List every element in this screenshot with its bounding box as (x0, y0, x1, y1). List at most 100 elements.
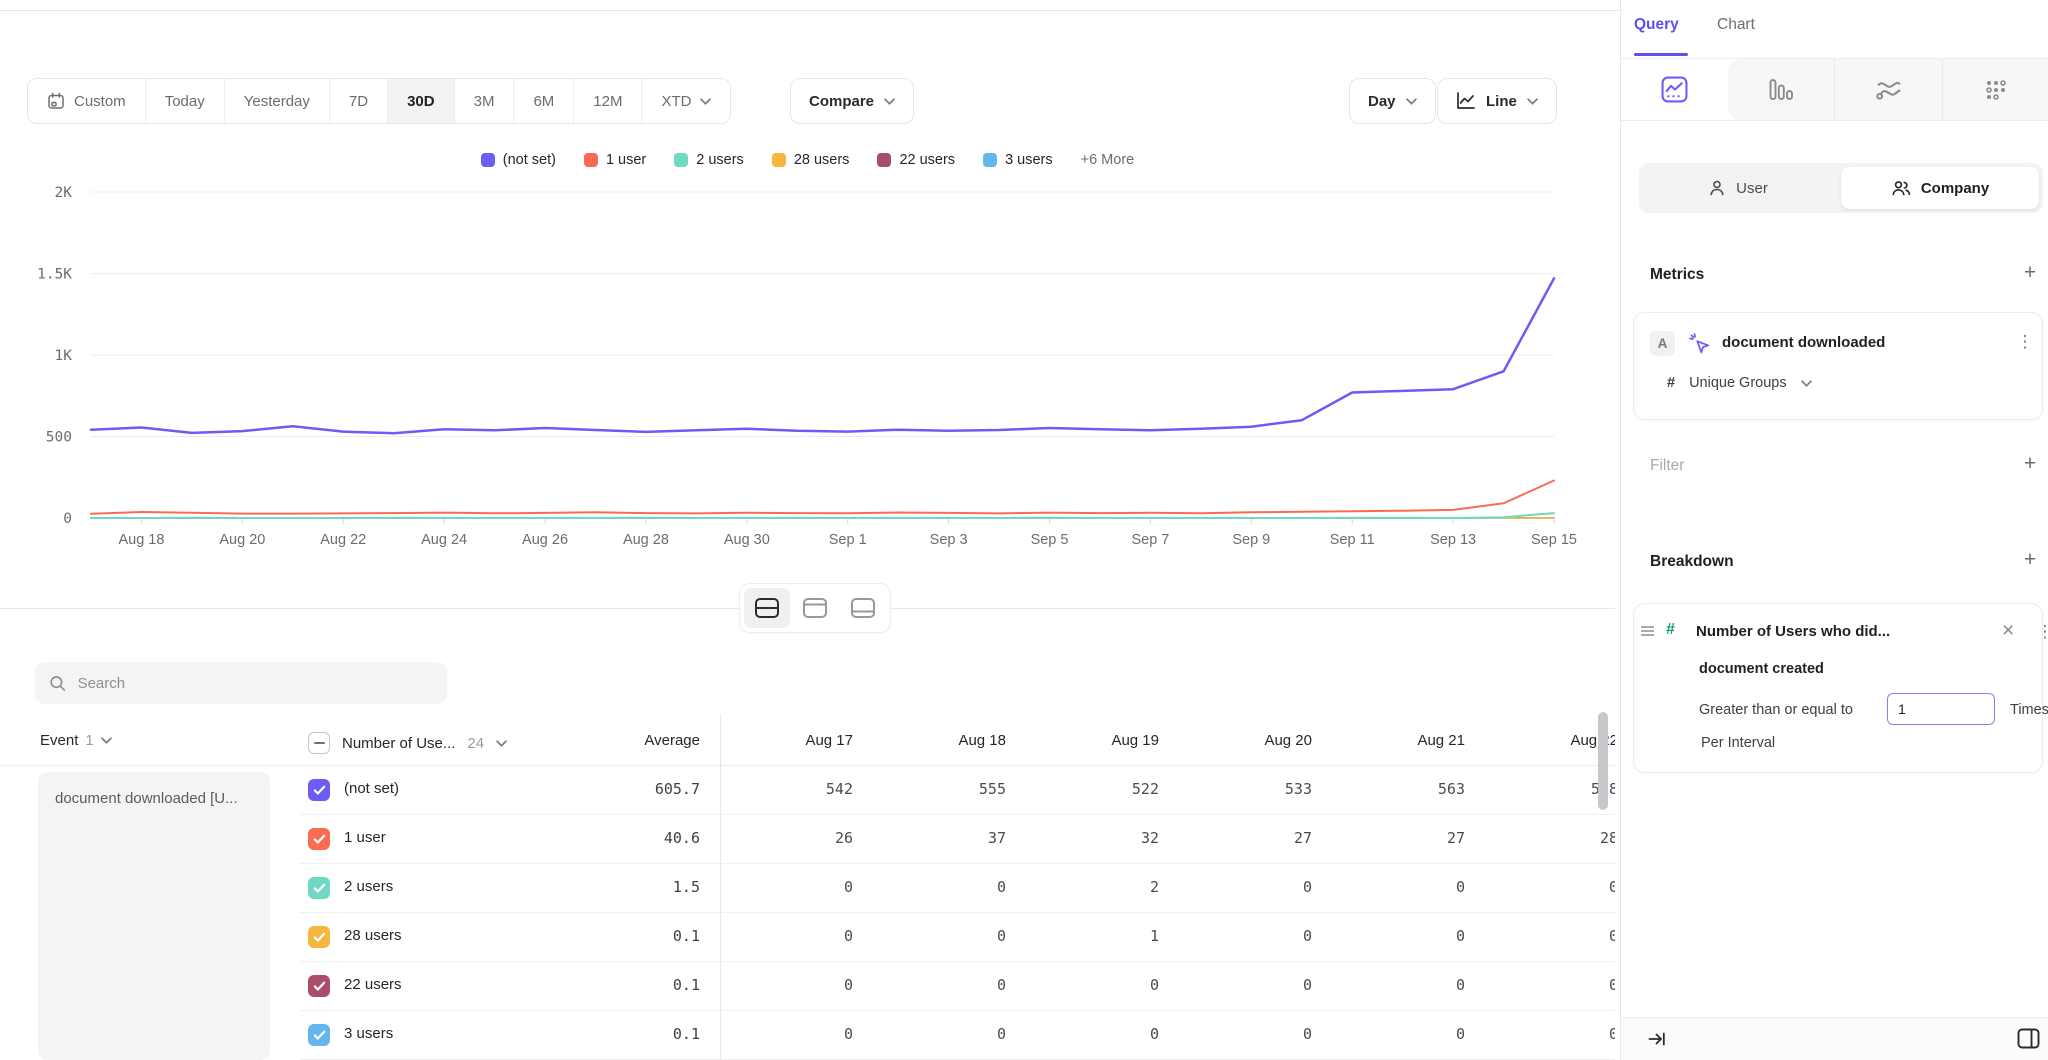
breakdown-heading: Breakdown (1650, 553, 1734, 571)
event-count: 1 (85, 732, 93, 749)
row-average: 0.1 (560, 1025, 700, 1043)
collapse-panel-icon[interactable] (1647, 1029, 1667, 1049)
metric-card[interactable]: A document downloaded ⋮ # Unique Groups (1633, 312, 2043, 420)
group-type-toggle: User Company (1639, 163, 2043, 213)
table-row[interactable]: 28 users 0.1 0 0 1 0 0 0 (0, 913, 1615, 962)
date-column-header: Aug 22 (1485, 732, 1615, 749)
date-range-control: Custom Today Yesterday 7D 30D 3M 6M 12M … (27, 78, 731, 124)
metric-event-name[interactable]: document downloaded (1722, 334, 1885, 351)
event-column-header[interactable]: Event 1 (40, 732, 112, 749)
legend-item[interactable]: (not set) (481, 152, 556, 168)
table-row[interactable]: (not set) 605.7 542 555 522 533 563 538 (0, 766, 1615, 815)
table-row[interactable]: 2 users 1.5 0 0 2 0 0 0 (0, 864, 1615, 913)
svg-text:Aug 18: Aug 18 (118, 532, 164, 548)
compare-button[interactable]: Compare (790, 78, 914, 124)
top-view-icon (803, 598, 827, 618)
series-column-header[interactable]: Number of Use... 24 (308, 732, 507, 754)
aggregation-dropdown[interactable]: # Unique Groups (1667, 375, 1812, 391)
legend-item[interactable]: 22 users (877, 152, 955, 168)
row-average: 605.7 (560, 780, 700, 798)
kebab-menu-icon[interactable]: ⋮ (2036, 622, 2048, 642)
chart-legend: (not set) 1 user 2 users 28 users 22 use… (0, 152, 1615, 168)
chart-style-dropdown[interactable]: Line (1437, 78, 1557, 124)
row-checkbox[interactable] (308, 975, 330, 997)
range-12m[interactable]: 12M (573, 79, 641, 123)
breakdown-event-name[interactable]: document created (1699, 661, 1824, 677)
hash-icon: # (1667, 375, 1675, 391)
active-tab-underline (1634, 53, 1688, 56)
line-chart[interactable]: 05001K1.5K2KAug 18Aug 20Aug 22Aug 24Aug … (0, 180, 1615, 565)
query-panel: Query Chart (1620, 0, 2048, 1060)
breakdown-unit-label: Times (2010, 702, 2048, 718)
range-today[interactable]: Today (145, 79, 224, 123)
select-all-checkbox[interactable] (308, 732, 330, 754)
company-users-icon (1891, 179, 1911, 197)
breakdown-value-input[interactable] (1887, 693, 1995, 725)
date-column-header: Aug 20 (1179, 732, 1332, 749)
search-input[interactable] (78, 675, 433, 692)
svg-text:Sep 15: Sep 15 (1531, 532, 1577, 548)
interval-dropdown[interactable]: Day (1349, 78, 1436, 124)
layout-split-button[interactable] (744, 588, 790, 628)
svg-text:500: 500 (46, 430, 72, 446)
user-icon (1708, 179, 1726, 197)
range-custom[interactable]: Custom (28, 79, 145, 123)
chart-type-line-selected[interactable] (1621, 59, 1728, 120)
check-icon (313, 1029, 326, 1041)
split-panel-icon[interactable] (2017, 1028, 2040, 1049)
add-filter-button[interactable]: + (2019, 454, 2041, 476)
table-scrollbar[interactable] (1598, 712, 1608, 810)
toggle-user[interactable]: User (1639, 163, 1837, 213)
legend-more-button[interactable]: +6 More (1081, 152, 1135, 168)
row-label: 28 users (344, 927, 402, 944)
range-7d[interactable]: 7D (329, 79, 387, 123)
table-row[interactable]: 1 user 40.6 26 37 32 27 27 28 (0, 815, 1615, 864)
range-yesterday[interactable]: Yesterday (224, 79, 329, 123)
calendar-icon (47, 92, 65, 110)
svg-text:Aug 26: Aug 26 (522, 532, 568, 548)
breakdown-per-interval-label[interactable]: Per Interval (1701, 735, 1775, 751)
chevron-down-icon (1527, 98, 1538, 105)
table-row[interactable]: 22 users 0.1 0 0 0 0 0 0 (0, 962, 1615, 1011)
chevron-down-icon (1801, 380, 1812, 387)
close-icon[interactable]: × (2002, 619, 2014, 643)
breakdown-card[interactable]: # Number of Users who did... × ⋮ documen… (1633, 603, 2043, 773)
breakdown-property-name[interactable]: Number of Users who did... (1696, 623, 1890, 640)
row-checkbox[interactable] (308, 1024, 330, 1046)
chart-type-scatter[interactable] (1942, 59, 2048, 120)
bar-chart-icon (1768, 77, 1794, 103)
chevron-down-icon (1406, 98, 1417, 105)
row-checkbox[interactable] (308, 779, 330, 801)
kebab-menu-icon[interactable]: ⋮ (2016, 332, 2034, 352)
svg-text:Aug 20: Aug 20 (219, 532, 265, 548)
range-30d-active[interactable]: 30D (387, 79, 454, 123)
chart-type-bar[interactable] (1728, 59, 1835, 120)
bottom-view-icon (851, 598, 875, 618)
layout-table-only-button[interactable] (840, 588, 886, 628)
toggle-company-selected[interactable]: Company (1841, 167, 2039, 209)
breakdown-condition-label[interactable]: Greater than or equal to (1699, 702, 1853, 718)
legend-item[interactable]: 2 users (674, 152, 744, 168)
tab-chart[interactable]: Chart (1717, 16, 1755, 34)
add-metric-button[interactable]: + (2019, 263, 2041, 285)
row-checkbox[interactable] (308, 828, 330, 850)
legend-item[interactable]: 1 user (584, 152, 646, 168)
svg-text:Sep 13: Sep 13 (1430, 532, 1476, 548)
flow-chart-icon (1875, 76, 1902, 103)
chart-type-flow[interactable] (1834, 59, 1942, 120)
legend-item[interactable]: 28 users (772, 152, 850, 168)
row-label: 22 users (344, 976, 402, 993)
range-xtd[interactable]: XTD (641, 79, 730, 123)
table-row[interactable]: 3 users 0.1 0 0 0 0 0 0 (0, 1011, 1615, 1060)
add-breakdown-button[interactable]: + (2019, 550, 2041, 572)
layout-chart-only-button[interactable] (792, 588, 838, 628)
row-label: 1 user (344, 829, 386, 846)
row-checkbox[interactable] (308, 926, 330, 948)
range-6m[interactable]: 6M (513, 79, 573, 123)
legend-item[interactable]: 3 users (983, 152, 1053, 168)
range-3m[interactable]: 3M (454, 79, 514, 123)
svg-text:0: 0 (63, 511, 72, 527)
drag-handle-icon[interactable] (1641, 630, 1654, 632)
row-checkbox[interactable] (308, 877, 330, 899)
tab-query[interactable]: Query (1634, 16, 1679, 34)
